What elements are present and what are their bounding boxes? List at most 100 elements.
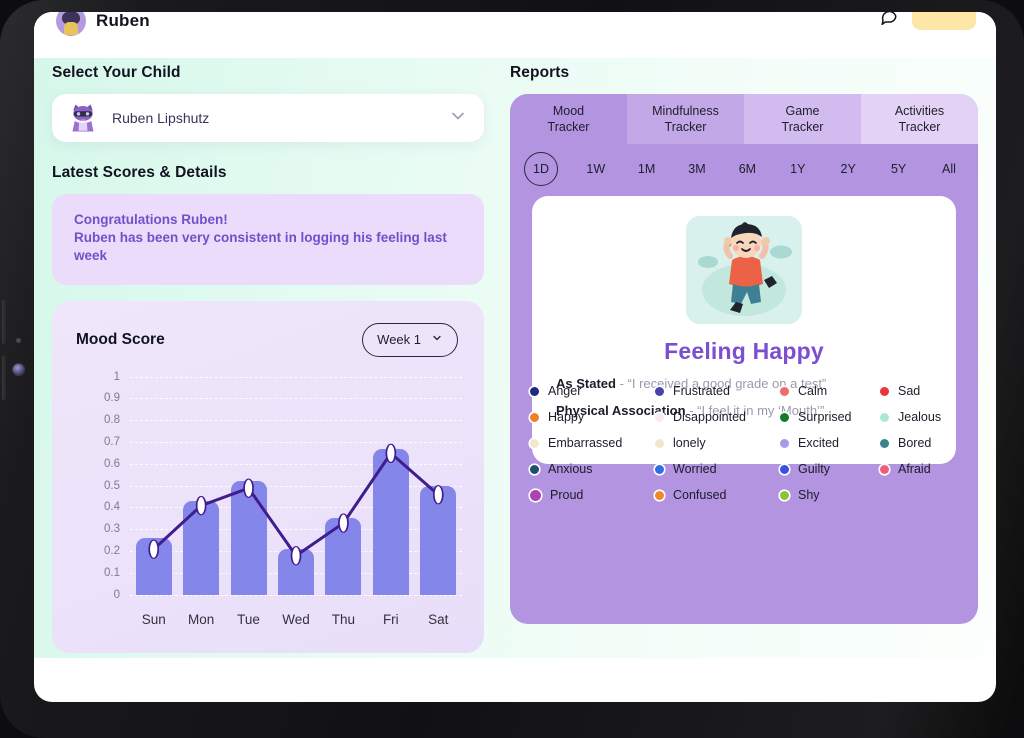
range-tab-1m[interactable]: 1M bbox=[634, 156, 660, 182]
emotion-item-happy[interactable]: Happy bbox=[530, 410, 655, 424]
header-actions bbox=[880, 12, 976, 30]
emotion-item-afraid[interactable]: Afraid bbox=[880, 462, 962, 476]
chart-y-tick-label: 0.2 bbox=[104, 545, 120, 558]
avatar bbox=[56, 12, 86, 36]
emotion-item-anxious[interactable]: Anxious bbox=[530, 462, 655, 476]
emotion-label: Confused bbox=[673, 488, 727, 502]
chart-bar[interactable] bbox=[135, 537, 172, 595]
emotion-item-worried[interactable]: Worried bbox=[655, 462, 780, 476]
emotion-item-frustrated[interactable]: Frustrated bbox=[655, 384, 780, 398]
range-tab-2y[interactable]: 2Y bbox=[835, 156, 861, 182]
chat-bubble-icon[interactable] bbox=[880, 12, 898, 27]
chevron-down-icon bbox=[431, 331, 443, 349]
chart-bars bbox=[130, 377, 462, 595]
emotion-label: Afraid bbox=[898, 462, 931, 476]
emotion-label: Guilty bbox=[798, 462, 830, 476]
chart-bar[interactable] bbox=[230, 481, 267, 595]
week-selector-dropdown[interactable]: Week 1 bbox=[362, 322, 458, 357]
chevron-down-icon[interactable] bbox=[448, 106, 468, 131]
latest-scores-label: Latest Scores & Details bbox=[52, 164, 227, 181]
emotion-color-dot bbox=[880, 438, 889, 448]
header-cta-button[interactable] bbox=[912, 12, 976, 30]
emotion-item-calm[interactable]: Calm bbox=[780, 384, 880, 398]
range-tab-1y[interactable]: 1Y bbox=[785, 156, 811, 182]
emotion-item-sad[interactable]: Sad bbox=[880, 384, 962, 398]
range-tab-3m[interactable]: 3M bbox=[684, 156, 710, 182]
emotion-label: Worried bbox=[673, 462, 717, 476]
chart-x-axis: Sun Mon Tue Wed Thu Fri Sat bbox=[130, 612, 462, 627]
emotion-color-dot bbox=[530, 386, 539, 396]
chart-y-tick-label: 0.9 bbox=[104, 392, 120, 405]
chart-bar-slot bbox=[177, 377, 224, 595]
tracker-tab-label-line1: Game bbox=[785, 103, 820, 118]
tracker-tab-activities[interactable]: Activities Tracker bbox=[861, 94, 978, 144]
select-child-label: Select Your Child bbox=[52, 64, 181, 81]
app-body: Select Your Child Ruben Lipshutz Latest … bbox=[34, 58, 996, 658]
tracker-tab-mindfulness[interactable]: Mindfulness Tracker bbox=[627, 94, 744, 144]
range-tab-all[interactable]: All bbox=[936, 156, 962, 182]
child-select-dropdown[interactable]: Ruben Lipshutz bbox=[52, 94, 484, 142]
mood-chart: 1 0.9 0.8 0.7 0.6 0.5 0.4 0.3 0.2 0.1 0 Sun Mon Tue W… bbox=[68, 363, 468, 639]
emotion-item-surprised[interactable]: Surprised bbox=[780, 410, 880, 424]
emotion-label: lonely bbox=[673, 436, 706, 450]
emotion-color-dot bbox=[780, 490, 789, 500]
emotion-color-dot bbox=[780, 464, 789, 474]
emotion-label: Disappointed bbox=[673, 410, 746, 424]
emotion-label: Surprised bbox=[798, 410, 852, 424]
emotion-label: Bored bbox=[898, 436, 932, 450]
chart-plot-area: 1 0.9 0.8 0.7 0.6 0.5 0.4 0.3 0.2 0.1 0 bbox=[104, 371, 462, 601]
volume-up-button[interactable] bbox=[2, 300, 6, 344]
emotion-item-bored[interactable]: Bored bbox=[880, 436, 962, 450]
emotion-label: Shy bbox=[798, 488, 820, 502]
time-range-tabs: 1D 1W 1M 3M 6M 1Y 2Y 5Y All bbox=[510, 144, 978, 194]
emotion-legend: Anger Frustrated Calm Sad Happy Disappointed S… bbox=[530, 384, 962, 502]
mood-score-title: Mood Score bbox=[76, 330, 165, 348]
tracker-tab-label-line1: Mindfulness bbox=[652, 103, 719, 118]
chart-bar[interactable] bbox=[277, 548, 314, 595]
tracker-tab-mood[interactable]: Mood Tracker bbox=[510, 94, 627, 144]
chart-y-tick-label: 0.3 bbox=[104, 523, 120, 536]
emotion-item-lonely[interactable]: lonely bbox=[655, 436, 780, 450]
range-tab-1w[interactable]: 1W bbox=[582, 156, 609, 182]
chart-bar-slot bbox=[415, 377, 462, 595]
cat-avatar-icon bbox=[68, 103, 98, 133]
chart-y-tick-label: 0.7 bbox=[104, 436, 120, 449]
volume-down-button[interactable] bbox=[2, 356, 6, 400]
tablet-screen: Ruben Select Your Child Ruben Lipshutz L… bbox=[34, 12, 996, 702]
range-tab-6m[interactable]: 6M bbox=[734, 156, 760, 182]
emotion-item-shy[interactable]: Shy bbox=[780, 488, 880, 502]
range-tab-5y[interactable]: 5Y bbox=[886, 156, 912, 182]
chart-bar[interactable] bbox=[183, 500, 220, 595]
emotion-color-dot bbox=[780, 438, 789, 448]
emotion-item-confused[interactable]: Confused bbox=[655, 488, 780, 502]
emotion-label: Proud bbox=[550, 488, 584, 502]
chart-bar[interactable] bbox=[372, 448, 409, 595]
mood-score-card: Mood Score Week 1 1 0.9 0.8 0.7 0.6 0.5 … bbox=[52, 300, 484, 653]
emotion-label: Anxious bbox=[548, 462, 593, 476]
range-tab-1d[interactable]: 1D bbox=[524, 152, 558, 186]
chart-bar[interactable] bbox=[325, 518, 362, 595]
emotion-color-dot bbox=[530, 464, 539, 474]
emotion-color-dot bbox=[655, 464, 664, 474]
emotion-item-disappointed[interactable]: Disappointed bbox=[655, 410, 780, 424]
emotion-item-proud[interactable]: Proud bbox=[530, 488, 655, 502]
emotion-color-dot bbox=[530, 412, 539, 422]
emotion-label: Happy bbox=[548, 410, 585, 424]
emotion-item-guilty[interactable]: Guilty bbox=[780, 462, 880, 476]
emotion-item-anger[interactable]: Anger bbox=[530, 384, 655, 398]
emotion-item-embarrassed[interactable]: Embarrassed bbox=[530, 436, 655, 450]
chart-y-tick-label: 0 bbox=[113, 588, 120, 601]
right-column: Reports Mood Tracker Mindfulness Tracker Gam… bbox=[510, 58, 978, 624]
header-user[interactable]: Ruben bbox=[56, 12, 150, 36]
tracker-tab-game[interactable]: Game Tracker bbox=[744, 94, 861, 144]
chart-x-tick-label: Tue bbox=[237, 611, 260, 627]
chart-bar-slot bbox=[130, 377, 177, 595]
chart-bar-slot bbox=[272, 377, 319, 595]
chart-bar-slot bbox=[225, 377, 272, 595]
congratulations-body: Ruben has been very consistent in loggin… bbox=[74, 230, 447, 264]
reports-panel: Mood Tracker Mindfulness Tracker Game Tracker… bbox=[510, 94, 978, 624]
emotion-item-excited[interactable]: Excited bbox=[780, 436, 880, 450]
chart-y-tick-label: 0.6 bbox=[104, 457, 120, 470]
emotion-item-jealous[interactable]: Jealous bbox=[880, 410, 962, 424]
chart-bar[interactable] bbox=[420, 485, 457, 595]
